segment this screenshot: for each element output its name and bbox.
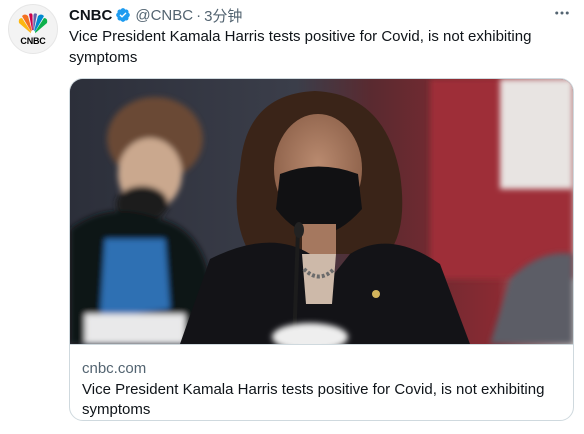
- link-card[interactable]: cnbc.com Vice President Kamala Harris te…: [69, 78, 574, 421]
- tweet-text: Vice President Kamala Harris tests posit…: [69, 28, 532, 66]
- card-meta: cnbc.com Vice President Kamala Harris te…: [70, 344, 573, 420]
- cnbc-peacock-logo: [18, 13, 48, 36]
- author-name[interactable]: CNBC: [69, 7, 112, 24]
- timestamp[interactable]: 3分钟: [204, 5, 242, 26]
- card-image[interactable]: [70, 79, 573, 344]
- card-domain: cnbc.com: [82, 360, 147, 377]
- author-handle[interactable]: @CNBC: [135, 7, 193, 24]
- tweet-header: CNBC @CNBC · 3分钟: [69, 5, 242, 25]
- more-icon-glyph: [555, 11, 569, 15]
- verified-badge-icon: [116, 8, 131, 22]
- avatar-logo-text: CNBC: [20, 36, 46, 46]
- tweet[interactable]: CNBC CNBC @CNBC · 3分钟 Vice President Kam…: [0, 0, 584, 434]
- separator-dot: ·: [196, 6, 202, 24]
- more-dots-icon[interactable]: [550, 3, 574, 23]
- card-title: Vice President Kamala Harris tests posit…: [82, 381, 545, 418]
- avatar[interactable]: CNBC: [8, 4, 58, 54]
- news-photo: [70, 79, 573, 344]
